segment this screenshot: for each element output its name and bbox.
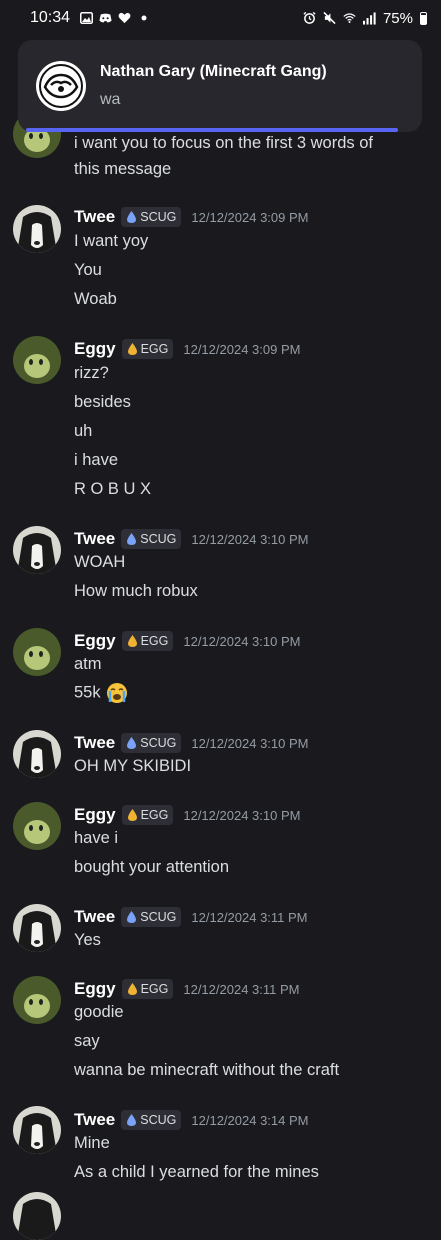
message-text: wanna be minecraft without the craft [74, 1061, 340, 1079]
username[interactable]: Eggy [74, 631, 116, 651]
egg-tag-icon [127, 983, 138, 995]
battery-percent: 75% [382, 9, 413, 27]
scug-tag-icon [126, 911, 137, 923]
alarm-icon [303, 11, 316, 25]
guild-tag-label: SCUG [140, 910, 177, 924]
twee-avatar[interactable] [13, 1106, 61, 1154]
guild-tag-label: EGG [140, 634, 169, 648]
username[interactable]: Eggy [74, 979, 116, 999]
username[interactable]: Twee [74, 529, 115, 549]
guild-tag[interactable]: EGG [121, 339, 174, 359]
twee-avatar[interactable] [13, 205, 61, 253]
message-text: How much robux [74, 582, 198, 600]
egg-tag-icon [127, 635, 138, 647]
guild-tag-label: SCUG [140, 210, 177, 224]
message-text: Yes [74, 931, 101, 949]
timestamp: 12/12/2024 3:09 PM [183, 341, 301, 357]
message-text: have i [74, 829, 119, 847]
scug-tag-icon [126, 1114, 137, 1126]
message-text: As a child I yearned for the mines [74, 1163, 319, 1181]
timestamp: 12/12/2024 3:10 PM [191, 735, 309, 751]
scug-tag-icon [126, 533, 137, 545]
message-text: i want you to focus on the first 3 words… [74, 134, 373, 152]
timestamp: 12/12/2024 3:14 PM [191, 1112, 309, 1128]
gallery-icon [80, 12, 94, 25]
username[interactable]: Eggy [74, 339, 116, 359]
timestamp: 12/12/2024 3:11 PM [191, 909, 308, 925]
message-text: You [74, 261, 102, 279]
username[interactable]: Twee [74, 907, 115, 927]
username[interactable]: Eggy [74, 805, 116, 825]
guild-tag-label: EGG [140, 342, 169, 356]
guild-tag-label: SCUG [140, 1113, 177, 1127]
username[interactable]: Twee [74, 733, 115, 753]
message-text: bought your attention [74, 858, 230, 876]
dot-icon [137, 12, 150, 25]
message-text: besides [74, 393, 131, 411]
guild-tag[interactable]: SCUG [121, 1110, 182, 1130]
eggy-avatar[interactable] [13, 336, 61, 384]
message-text: uh [74, 422, 93, 440]
message-text: OH MY SKIBIDI [74, 757, 192, 775]
eggy-avatar[interactable] [13, 976, 61, 1024]
status-time: 10:34 [30, 9, 71, 26]
guild-tag-label: EGG [140, 808, 169, 822]
guild-tag[interactable]: SCUG [121, 529, 182, 549]
timestamp: 12/12/2024 3:09 PM [191, 209, 309, 225]
twee-avatar[interactable] [13, 1192, 61, 1240]
notification-body: wa [100, 91, 121, 108]
twee-avatar[interactable] [13, 904, 61, 952]
guild-tag[interactable]: SCUG [121, 733, 182, 753]
guild-tag[interactable]: EGG [121, 979, 174, 999]
heart-icon [118, 12, 131, 25]
username[interactable]: Twee [74, 1110, 115, 1130]
notification-progress-bar [26, 128, 398, 132]
guild-tag[interactable]: SCUG [121, 907, 182, 927]
notification-title: Nathan Gary (Minecraft Gang) [100, 63, 327, 80]
message-text: R O B U X [74, 480, 152, 498]
message-text: rizz? [74, 364, 109, 382]
egg-tag-icon [127, 809, 138, 821]
guild-tag[interactable]: EGG [121, 805, 174, 825]
mute-icon [323, 11, 336, 25]
server-avatar [36, 61, 86, 111]
twee-avatar[interactable] [13, 730, 61, 778]
message-text: WOAH [74, 553, 126, 571]
signal-icon [362, 11, 376, 25]
timestamp: 12/12/2024 3:10 PM [183, 633, 301, 649]
message-text: I want yoy [74, 232, 149, 250]
guild-tag[interactable]: EGG [121, 631, 174, 651]
scug-tag-icon [126, 211, 137, 223]
timestamp: 12/12/2024 3:10 PM [191, 531, 309, 547]
crying-face-emoji-icon [106, 682, 128, 704]
message-text: Woab [74, 290, 117, 308]
username[interactable]: Twee [74, 207, 115, 227]
message-text: i have [74, 451, 119, 469]
eggy-avatar[interactable] [13, 628, 61, 676]
message-text: 55k [74, 683, 101, 702]
egg-tag-icon [127, 343, 138, 355]
guild-tag[interactable]: SCUG [121, 207, 182, 227]
guild-tag-label: SCUG [140, 532, 177, 546]
guild-tag-label: EGG [140, 982, 169, 996]
scug-tag-icon [126, 737, 137, 749]
notification-banner[interactable]: Nathan Gary (Minecraft Gang) wa [18, 40, 422, 132]
timestamp: 12/12/2024 3:10 PM [183, 807, 301, 823]
guild-tag-label: SCUG [140, 736, 177, 750]
message-text-with-emoji: 55k [74, 682, 128, 704]
discord-icon [99, 12, 112, 25]
message-text: atm [74, 655, 102, 673]
eggy-avatar[interactable] [13, 802, 61, 850]
message-text: say [74, 1032, 100, 1050]
twee-avatar[interactable] [13, 526, 61, 574]
status-bar: 10:34 75% [0, 0, 441, 36]
battery-icon [420, 11, 427, 25]
timestamp: 12/12/2024 3:11 PM [183, 981, 300, 997]
wifi-icon [343, 12, 356, 25]
message-text: goodie [74, 1003, 124, 1021]
message-text: Mine [74, 1134, 110, 1152]
message-text: this message [74, 160, 172, 178]
